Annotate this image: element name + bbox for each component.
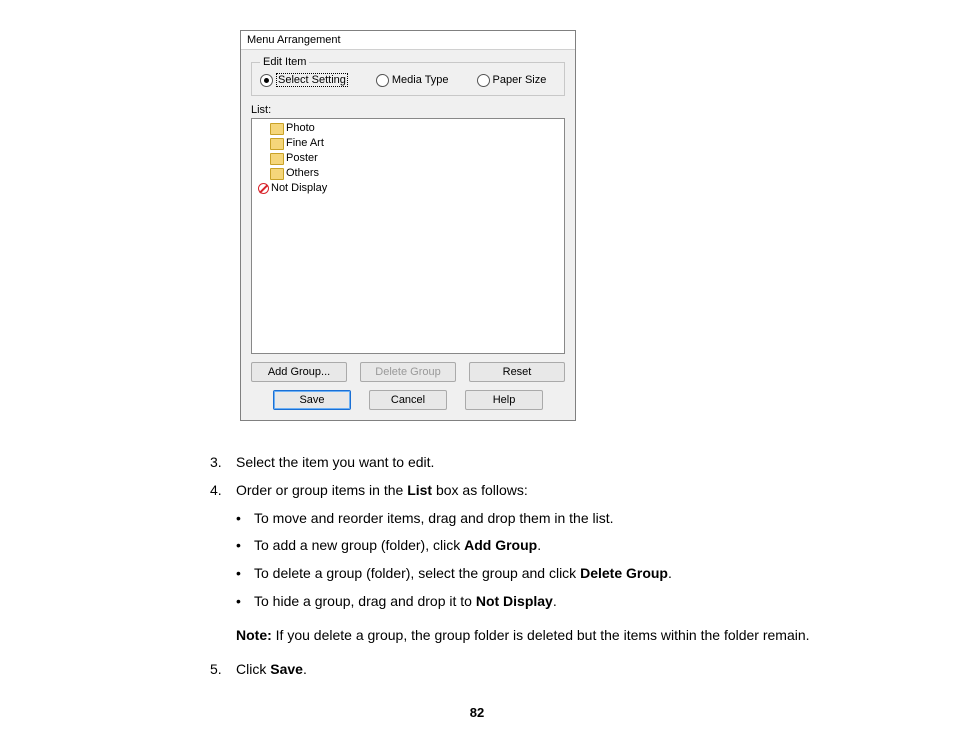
radio-icon bbox=[376, 74, 389, 87]
tree-item-others[interactable]: Others bbox=[268, 166, 562, 181]
radio-media-type[interactable]: Media Type bbox=[376, 74, 449, 87]
delete-group-button[interactable]: Delete Group bbox=[360, 362, 456, 382]
step-4: 4. Order or group items in the List box … bbox=[210, 479, 874, 503]
tree-item-photo[interactable]: Photo bbox=[268, 121, 562, 136]
cancel-button[interactable]: Cancel bbox=[369, 390, 447, 410]
add-group-button[interactable]: Add Group... bbox=[251, 362, 347, 382]
folder-icon bbox=[270, 153, 284, 165]
note: Note: If you delete a group, the group f… bbox=[236, 624, 874, 648]
dialog-title: Menu Arrangement bbox=[241, 31, 575, 50]
folder-icon bbox=[270, 123, 284, 135]
radio-select-setting[interactable]: Select Setting bbox=[260, 73, 348, 87]
step-3: 3. Select the item you want to edit. bbox=[210, 451, 874, 475]
not-display-icon bbox=[258, 183, 269, 194]
radio-paper-size[interactable]: Paper Size bbox=[477, 74, 547, 87]
tree-item-poster[interactable]: Poster bbox=[268, 151, 562, 166]
page-number: 82 bbox=[0, 705, 954, 720]
radio-icon bbox=[260, 74, 273, 87]
reset-button[interactable]: Reset bbox=[469, 362, 565, 382]
tree-item-fine-art[interactable]: Fine Art bbox=[268, 136, 562, 151]
tree-item-not-display[interactable]: Not Display bbox=[256, 181, 562, 196]
bullet-2: • To add a new group (folder), click Add… bbox=[236, 534, 874, 558]
folder-icon bbox=[270, 138, 284, 150]
menu-arrangement-dialog: Menu Arrangement Edit Item Select Settin… bbox=[240, 30, 576, 421]
bullet-3: • To delete a group (folder), select the… bbox=[236, 562, 874, 586]
radio-icon bbox=[477, 74, 490, 87]
folder-icon bbox=[270, 168, 284, 180]
step-5: 5. Click Save. bbox=[210, 658, 874, 682]
bullet-4: • To hide a group, drag and drop it to N… bbox=[236, 590, 874, 614]
list-box[interactable]: Photo Fine Art Poster Others bbox=[251, 118, 565, 354]
group-legend: Edit Item bbox=[260, 56, 309, 68]
edit-item-group: Edit Item Select Setting Media Type P bbox=[251, 62, 565, 96]
instructions: 3. Select the item you want to edit. 4. … bbox=[210, 451, 874, 681]
help-button[interactable]: Help bbox=[465, 390, 543, 410]
save-button[interactable]: Save bbox=[273, 390, 351, 410]
list-label: List: bbox=[251, 104, 565, 116]
bullet-1: • To move and reorder items, drag and dr… bbox=[236, 507, 874, 531]
